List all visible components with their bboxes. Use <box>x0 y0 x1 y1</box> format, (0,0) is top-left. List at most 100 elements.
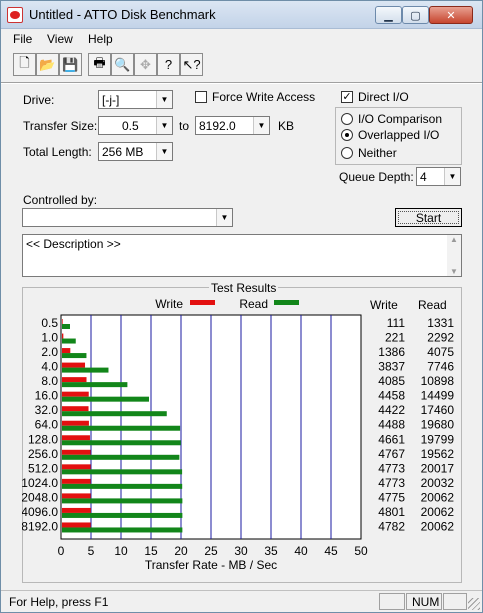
read-value-label: 20032 <box>421 476 455 490</box>
read-value-label: 14499 <box>421 389 455 403</box>
print-icon[interactable]: 🖶 <box>88 53 111 76</box>
y-tick-label: 512.0 <box>28 461 58 475</box>
total-length-select[interactable]: 256 MB ▼ <box>98 142 173 161</box>
chevron-down-icon[interactable]: ▼ <box>216 209 232 226</box>
read-value-label: 17460 <box>421 403 455 417</box>
queue-depth-select[interactable]: 4 ▼ <box>416 167 461 186</box>
x-axis-label: Transfer Rate - MB / Sec <box>145 558 277 572</box>
force-write-checkbox[interactable] <box>195 91 207 103</box>
maximize-button[interactable]: ▢ <box>402 6 429 24</box>
overlapped-io-radio[interactable] <box>341 129 353 141</box>
read-bar <box>62 440 181 446</box>
chevron-down-icon[interactable]: ▼ <box>444 168 460 185</box>
write-value-label: 3837 <box>378 360 405 374</box>
x-tick-label: 30 <box>234 544 248 558</box>
io-comparison-radio[interactable] <box>341 113 353 125</box>
x-tick-label: 50 <box>354 544 368 558</box>
scroll-up-icon[interactable]: ▲ <box>450 235 458 244</box>
chevron-down-icon[interactable]: ▼ <box>156 117 172 134</box>
legend-read-label: Read <box>239 297 268 311</box>
title-bar[interactable]: Untitled - ATTO Disk Benchmark ▁ ▢ ✕ <box>1 1 482 29</box>
new-file-icon[interactable]: 🗋 <box>13 53 36 76</box>
open-folder-icon[interactable]: 📂 <box>36 53 59 76</box>
toolbar-divider <box>1 82 482 84</box>
description-text: << Description >> <box>26 237 121 251</box>
read-value-label: 1331 <box>427 316 454 330</box>
transfer-from-select[interactable]: 0.5 ▼ <box>98 116 173 135</box>
app-window: Untitled - ATTO Disk Benchmark ▁ ▢ ✕ Fil… <box>0 0 483 613</box>
transfer-from-value: 0.5 <box>122 119 139 133</box>
x-tick-label: 20 <box>174 544 188 558</box>
description-box[interactable]: << Description >> ▲ ▼ <box>22 234 462 277</box>
transfer-to-value: 8192.0 <box>199 119 236 133</box>
y-tick-label: 64.0 <box>35 418 59 432</box>
write-bar <box>62 493 91 499</box>
write-bar <box>62 333 64 339</box>
resize-grip[interactable] <box>468 598 480 610</box>
read-bar <box>62 411 167 417</box>
y-tick-label: 32.0 <box>35 403 59 417</box>
neither-radio[interactable] <box>341 147 353 159</box>
print-preview-icon[interactable]: 🔍 <box>111 53 134 76</box>
write-bar <box>62 377 87 383</box>
queue-depth-value: 4 <box>420 170 427 184</box>
move-icon[interactable]: ✥ <box>134 53 157 76</box>
minimize-button[interactable]: ▁ <box>375 6 402 24</box>
help-icon[interactable]: ? <box>157 53 180 76</box>
scroll-down-icon[interactable]: ▼ <box>450 267 458 276</box>
y-tick-label: 8.0 <box>41 374 58 388</box>
write-bar <box>62 478 91 484</box>
context-help-icon[interactable]: ↖? <box>180 53 203 76</box>
status-pane-caps <box>379 593 405 610</box>
read-value-label: 20017 <box>421 461 455 475</box>
write-value-label: 4661 <box>378 432 405 446</box>
direct-io-checkbox[interactable]: ✓ <box>341 91 353 103</box>
neither-label: Neither <box>358 146 397 160</box>
read-bar <box>62 367 109 373</box>
description-scrollbar[interactable]: ▲ ▼ <box>447 235 461 276</box>
read-value-label: 19562 <box>421 447 455 461</box>
y-tick-label: 4.0 <box>41 360 58 374</box>
chevron-down-icon[interactable]: ▼ <box>156 91 172 108</box>
y-tick-label: 1024.0 <box>22 476 58 490</box>
save-icon[interactable]: 💾 <box>59 53 82 76</box>
read-value-label: 20062 <box>421 519 455 533</box>
read-bar <box>62 469 183 475</box>
drive-select[interactable]: [-j-] ▼ <box>98 90 173 109</box>
read-bar <box>62 483 183 489</box>
write-value-label: 4775 <box>378 490 405 504</box>
write-bar <box>62 449 91 455</box>
menu-view[interactable]: View <box>47 32 73 46</box>
overlapped-io-label: Overlapped I/O <box>358 128 440 142</box>
write-bar <box>62 522 91 528</box>
menu-help[interactable]: Help <box>88 32 113 46</box>
write-value-label: 111 <box>387 316 406 330</box>
write-bar <box>62 464 91 470</box>
write-value-label: 4085 <box>378 374 405 388</box>
chevron-down-icon[interactable]: ▼ <box>156 143 172 160</box>
read-bar <box>62 454 180 460</box>
queue-depth-label: Queue Depth: <box>339 170 414 184</box>
menu-file[interactable]: File <box>13 32 32 46</box>
controlled-by-select[interactable]: ▼ <box>22 208 233 227</box>
read-bar <box>62 425 181 431</box>
read-value-label: 20062 <box>421 490 455 504</box>
write-column-header: Write <box>370 298 398 312</box>
x-tick-label: 35 <box>264 544 278 558</box>
transfer-to-select[interactable]: 8192.0 ▼ <box>195 116 270 135</box>
read-bar <box>62 382 128 388</box>
close-button[interactable]: ✕ <box>429 6 473 24</box>
status-pane-scroll <box>443 593 467 610</box>
y-tick-label: 1.0 <box>41 331 58 345</box>
atto-app-icon[interactable] <box>7 7 23 23</box>
x-tick-label: 0 <box>58 544 65 558</box>
y-tick-label: 4096.0 <box>22 505 58 519</box>
chevron-down-icon[interactable]: ▼ <box>253 117 269 134</box>
y-tick-label: 128.0 <box>28 432 58 446</box>
x-tick-label: 15 <box>144 544 158 558</box>
read-value-label: 7746 <box>427 360 454 374</box>
start-button[interactable]: Start <box>395 208 462 227</box>
write-value-label: 4801 <box>378 505 405 519</box>
read-bar <box>62 527 183 533</box>
write-value-label: 4422 <box>378 403 405 417</box>
